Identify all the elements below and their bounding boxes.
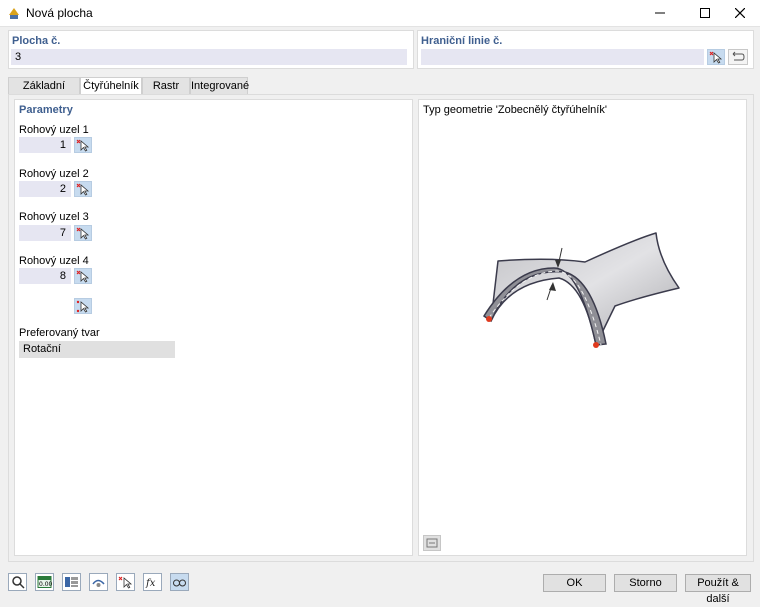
tab-integrovane[interactable]: Integrované [190, 77, 249, 94]
corner-node-3-field[interactable]: 7 [19, 225, 71, 241]
preferred-shape-label: Preferovaný tvar [19, 327, 100, 339]
maximize-icon [700, 8, 710, 18]
table-icon [65, 577, 78, 587]
svg-text:fx: fx [145, 578, 156, 589]
boundary-lines-field[interactable] [421, 49, 704, 65]
view-settings-icon [426, 538, 438, 548]
app-icon [9, 8, 19, 19]
apply-next-button[interactable]: Použít & další [685, 574, 751, 605]
pick-cursor-icon [76, 270, 90, 283]
undo-icon [732, 51, 745, 61]
tab-content: Parametry Rohový uzel 1 1 Rohový uzel 2 … [8, 94, 754, 562]
hranicni-label: Hraniční linie č. [421, 35, 503, 47]
corner-node-3-pick-button[interactable] [74, 225, 92, 241]
search-icon [11, 576, 25, 589]
corner-node-1-label: Rohový uzel 1 [19, 124, 89, 136]
view-toggle-button[interactable] [170, 573, 189, 591]
corner-node-3-label: Rohový uzel 3 [19, 211, 89, 223]
tab-rastr[interactable]: Rastr [142, 77, 190, 94]
formula-button[interactable]: fx [143, 573, 162, 591]
pick-all-nodes-button[interactable] [74, 298, 92, 314]
corner-node-marker-left [486, 316, 492, 322]
svg-text:0.00: 0.00 [39, 581, 52, 588]
undo-button[interactable] [728, 49, 748, 65]
pick-lines-button[interactable] [707, 49, 725, 65]
glasses-icon [173, 579, 186, 587]
tab-ctyruhelnik[interactable]: Čtyřúhelník [80, 77, 142, 95]
decimal-places-icon: 0.00 [37, 576, 52, 588]
geometry-preview-panel: Typ geometrie 'Zobecnělý čtyřúhelník' [418, 99, 747, 556]
corner-node-4-label: Rohový uzel 4 [19, 255, 89, 267]
plocha-label: Plocha č. [12, 35, 61, 47]
display-settings-icon [92, 579, 105, 587]
corner-node-marker-right [593, 342, 599, 348]
pick-multiple-icon [76, 300, 90, 313]
display-settings-button[interactable] [89, 573, 108, 591]
minimize-icon [655, 12, 665, 14]
plocha-panel: Plocha č. 3 [8, 30, 414, 69]
title-bar: Nová plocha [0, 0, 760, 27]
corner-node-2-pick-button[interactable] [74, 181, 92, 197]
corner-node-2-label: Rohový uzel 2 [19, 168, 89, 180]
hranicni-panel: Hraniční linie č. [417, 30, 754, 69]
pick-cursor-icon [709, 51, 723, 64]
window-title: Nová plocha [26, 6, 93, 20]
minimize-button[interactable] [640, 0, 680, 26]
zoom-tool-button[interactable] [8, 573, 27, 591]
formula-icon: fx [145, 578, 156, 589]
corner-node-1-field[interactable]: 1 [19, 137, 71, 153]
corner-node-4-field[interactable]: 8 [19, 268, 71, 284]
ok-button[interactable]: OK [543, 574, 606, 592]
select-cursor-icon [118, 576, 133, 589]
cancel-button[interactable]: Storno [614, 574, 677, 592]
close-button[interactable] [720, 0, 760, 26]
maximize-button[interactable] [685, 0, 725, 26]
pick-cursor-icon [76, 183, 90, 196]
select-nodes-button[interactable] [116, 573, 135, 591]
tab-zakladni-udaje[interactable]: Základní údaje [8, 77, 80, 109]
corner-node-4-pick-button[interactable] [74, 268, 92, 284]
plocha-number-field[interactable]: 3 [11, 49, 407, 65]
units-button[interactable]: 0.00 [35, 573, 54, 591]
pick-cursor-icon [76, 139, 90, 152]
parameters-panel: Parametry Rohový uzel 1 1 Rohový uzel 2 … [14, 99, 413, 556]
arrow-bottom-head [549, 282, 556, 291]
pick-cursor-icon [76, 227, 90, 240]
preferred-shape-select[interactable]: Rotační [19, 341, 175, 358]
close-icon [735, 8, 745, 18]
corner-node-2-field[interactable]: 2 [19, 181, 71, 197]
corner-node-1-pick-button[interactable] [74, 137, 92, 153]
preview-options-button[interactable] [423, 535, 441, 551]
parameters-heading: Parametry [19, 104, 73, 116]
table-view-button[interactable] [62, 573, 81, 591]
quadrilateral-surface-diagram [482, 232, 680, 348]
